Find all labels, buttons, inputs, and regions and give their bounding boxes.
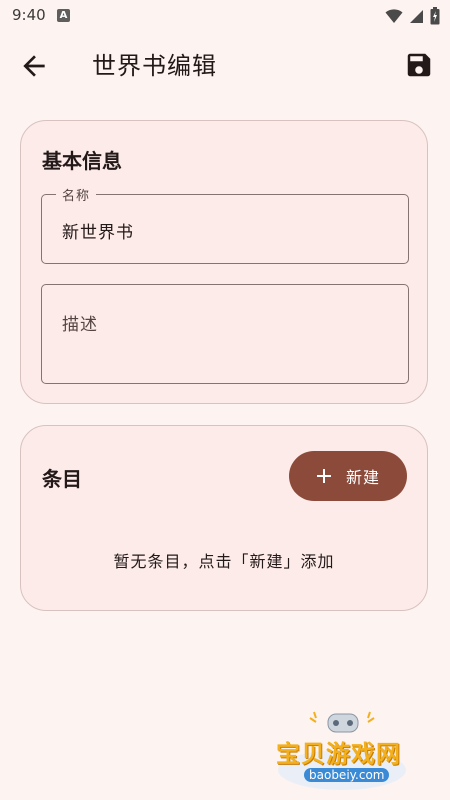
arrow-back-icon [23, 55, 45, 77]
empty-entries-hint: 暂无条目，点击「新建」添加 [113, 552, 335, 571]
status-bar: 9:40 A [0, 0, 450, 32]
new-entry-button[interactable]: 新建 [289, 451, 407, 501]
battery-icon [430, 7, 440, 25]
wifi-icon [385, 9, 403, 23]
entries-title: 条目 [42, 467, 82, 491]
watermark-url: baobeiy.com [304, 768, 390, 782]
watermark-text: 宝贝游戏网 [276, 740, 401, 768]
name-field-value: 新世界书 [62, 223, 134, 243]
basic-info-title: 基本信息 [42, 149, 122, 173]
back-button[interactable] [18, 50, 50, 82]
save-button[interactable] [404, 50, 434, 80]
status-time: 9:40 [12, 6, 46, 24]
watermark: 宝贝游戏网 baobeiy.com [270, 708, 420, 793]
description-placeholder: 描述 [62, 315, 98, 335]
name-field-label: 名称 [56, 185, 97, 204]
page-title: 世界书编辑 [92, 52, 217, 80]
app-bar: 世界书编辑 [0, 32, 450, 96]
new-entry-label: 新建 [345, 468, 380, 487]
basic-info-card: 基本信息 名称 新世界书 描述 [20, 120, 428, 404]
notification-a-icon: A [57, 9, 70, 22]
plus-icon [316, 469, 331, 483]
entries-card: 条目 新建 暂无条目，点击「新建」添加 [20, 425, 428, 611]
save-icon [407, 53, 431, 77]
description-field[interactable]: 描述 [41, 284, 409, 384]
name-field[interactable]: 名称 新世界书 [41, 185, 409, 264]
status-icons [385, 7, 440, 25]
signal-icon [410, 10, 423, 23]
